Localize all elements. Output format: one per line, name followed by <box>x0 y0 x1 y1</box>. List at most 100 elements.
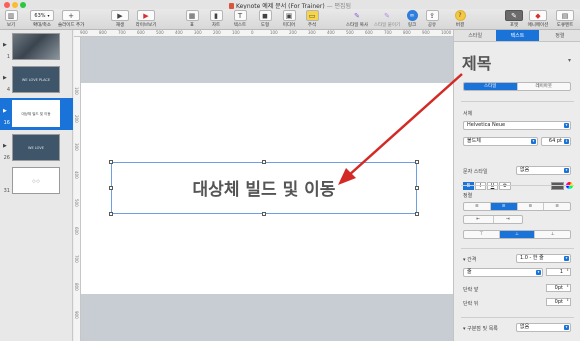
disclosure-triangle-icon[interactable]: ▶ <box>3 75 7 81</box>
slide-thumbnail-31[interactable]: 31 ○ ○ <box>0 166 73 196</box>
bullets-label[interactable]: ▾ 구분점 및 목록 <box>463 325 498 332</box>
horizontal-alignment: ≡ ≡ ≡ ≡ <box>463 202 571 211</box>
slide-thumbnail-1[interactable]: ▶ 1 <box>0 32 73 62</box>
ruler-tick-label: 0 <box>251 30 254 35</box>
zoom-menu[interactable]: 63% ▾ 확대/축소 <box>30 10 54 29</box>
resize-handle[interactable] <box>109 186 113 190</box>
stepper-icon[interactable]: ⇕ <box>566 284 569 288</box>
align-right-icon[interactable]: ≡ <box>518 203 545 210</box>
outdent-icon[interactable]: ⇤ <box>464 216 494 223</box>
tips-button[interactable]: ? 버결 <box>452 10 468 29</box>
spacing-label[interactable]: ▾ 간격 <box>463 256 476 263</box>
chevron-down-icon[interactable]: ▾ <box>568 57 571 64</box>
disclosure-triangle-icon[interactable]: ▶ <box>3 143 7 149</box>
resize-handle[interactable] <box>262 160 266 164</box>
horizontal-ruler[interactable]: 900 800 700 600 500 400 300 200 100 0 100 200 300 400… <box>74 30 453 37</box>
comment-button[interactable]: ▭ 주석 <box>304 10 320 29</box>
format-button[interactable]: ✎ 포맷 <box>504 10 524 29</box>
chevron-updown-icon: ▾ <box>564 325 569 330</box>
bold-button[interactable]: B <box>463 182 474 190</box>
line-unit-select[interactable]: 줄 ▾ <box>463 268 543 277</box>
ruler-tick-label: 100 <box>232 30 240 35</box>
slide-thumbnail-26[interactable]: ▶ 26 WE LOVE <box>0 133 73 163</box>
font-section-label: 서체 <box>463 111 473 117</box>
disclosure-triangle-icon[interactable]: ▶ <box>3 108 7 114</box>
paragraph-style-name[interactable]: 제목 <box>462 50 491 74</box>
stepper-icon: ⇕ <box>564 139 569 144</box>
ruler-tick-label: 400 <box>175 30 183 35</box>
slide-title-text[interactable]: 대상체 빌드 및 이동 <box>111 175 417 200</box>
tab-text[interactable]: 텍스트 <box>496 30 539 41</box>
stepper-icon[interactable]: ⇕ <box>566 298 569 302</box>
stepper-icon[interactable]: ⇕ <box>566 268 569 272</box>
bullets-select[interactable]: 없음 ▾ <box>516 323 571 332</box>
view-icon: ▥ <box>7 11 15 20</box>
view-button[interactable]: ▥ 보기 <box>4 10 18 29</box>
chart-button[interactable]: ▮ 차트 <box>208 10 224 29</box>
table-button[interactable]: ▦ 표 <box>184 10 200 29</box>
document-button[interactable]: ▤ 도큐멘트 <box>552 10 578 29</box>
inspector-tabs: 스타일 텍스트 정렬 <box>454 30 580 42</box>
font-size-field[interactable]: 64 pt ⇕ <box>541 137 571 146</box>
slide-preview: WE LOVE <box>12 134 60 161</box>
font-weight-select[interactable]: 볼드체 ▾ <box>463 137 538 146</box>
text-options-button[interactable]: ⚙ <box>499 182 511 190</box>
divider <box>461 248 574 249</box>
line-spacing-field[interactable]: 1 ⇕ <box>546 268 571 276</box>
tab-arrange[interactable]: 정렬 <box>539 30 580 41</box>
copy-style-button[interactable]: ✎ 스타일 복사 <box>344 10 370 29</box>
link-icon: ∞ <box>409 11 415 19</box>
slide-thumbnail-4[interactable]: ▶ 4 WE LOVE PLACE <box>0 65 73 95</box>
subtab-style[interactable]: 스타일 <box>464 83 518 90</box>
subtab-layout[interactable]: 레이아웃 <box>518 83 571 90</box>
media-button[interactable]: ▣ 미디어 <box>280 10 298 29</box>
ruler-tick-label: 900 <box>80 30 88 35</box>
para-after-label: 단락 뒤 <box>463 301 479 307</box>
resize-handle[interactable] <box>415 186 419 190</box>
font-family-select[interactable]: Helvetica Neue ▾ <box>463 121 571 130</box>
disclosure-triangle-icon[interactable]: ▶ <box>3 42 7 48</box>
resize-handle[interactable] <box>262 212 266 216</box>
resize-handle[interactable] <box>109 160 113 164</box>
italic-button[interactable]: I <box>475 182 486 190</box>
shape-button[interactable]: ◼ 도형 <box>257 10 273 29</box>
paste-style-button[interactable]: ✎ 스타일 붙이기 <box>373 10 401 29</box>
animate-button[interactable]: ◆ 애니메이션 <box>526 10 550 29</box>
slide-preview <box>12 33 60 60</box>
underline-button[interactable]: U <box>487 182 498 190</box>
align-middle-icon[interactable]: ⊥ <box>499 231 536 238</box>
document-icon: ▤ <box>561 11 569 20</box>
align-center-icon[interactable]: ≡ <box>490 203 518 210</box>
align-left-icon[interactable]: ≡ <box>464 203 491 210</box>
vertical-ruler[interactable]: 100 200 300 400 500 600 700 800 900 <box>74 37 81 341</box>
live-view-button[interactable]: ▶ 라이브보기 <box>134 10 158 29</box>
ruler-tick-label: 400 <box>74 171 79 179</box>
vertical-alignment: ⊤ ⊥ ⊥ <box>463 230 571 239</box>
para-after-field[interactable]: 0pt ⇕ <box>546 298 571 306</box>
align-bottom-icon[interactable]: ⊥ <box>535 231 570 238</box>
para-before-field[interactable]: 0pt ⇕ <box>546 284 571 292</box>
ruler-tick-label: 200 <box>74 115 79 123</box>
chevron-updown-icon: ▾ <box>531 139 536 144</box>
paint-icon: ✎ <box>384 11 390 20</box>
slide-thumbnail-16[interactable]: ▶ 16 대상체 빌드 및 이동 <box>0 98 73 130</box>
format-inspector: 스타일 텍스트 정렬 제목 ▾ 스타일 레이아웃 서체 Helvetica Ne… <box>453 30 580 341</box>
share-button[interactable]: ⇪ 공유 <box>424 10 440 29</box>
add-slide-button[interactable]: + 슬라이드 추가 <box>58 10 84 29</box>
shape-icon: ◼ <box>262 11 268 20</box>
align-section-label: 정렬 <box>463 193 473 199</box>
char-style-select[interactable]: 없음 ▾ <box>516 166 571 175</box>
text-button[interactable]: T 텍스트 <box>230 10 250 29</box>
align-top-icon[interactable]: ⊤ <box>464 231 500 238</box>
resize-handle[interactable] <box>415 160 419 164</box>
play-button[interactable]: ▶ 재생 <box>110 10 130 29</box>
link-button[interactable]: ∞ 링크 <box>404 10 420 29</box>
indent-icon[interactable]: ⇥ <box>494 216 523 223</box>
tab-style[interactable]: 스타일 <box>454 30 496 41</box>
resize-handle[interactable] <box>109 212 113 216</box>
text-color-well[interactable] <box>551 182 564 190</box>
ruler-tick-label: 600 <box>137 30 145 35</box>
align-justify-icon[interactable]: ≡ <box>544 203 570 210</box>
spacing-select[interactable]: 1.0 - 한 줄 ▾ <box>516 254 571 263</box>
resize-handle[interactable] <box>415 212 419 216</box>
